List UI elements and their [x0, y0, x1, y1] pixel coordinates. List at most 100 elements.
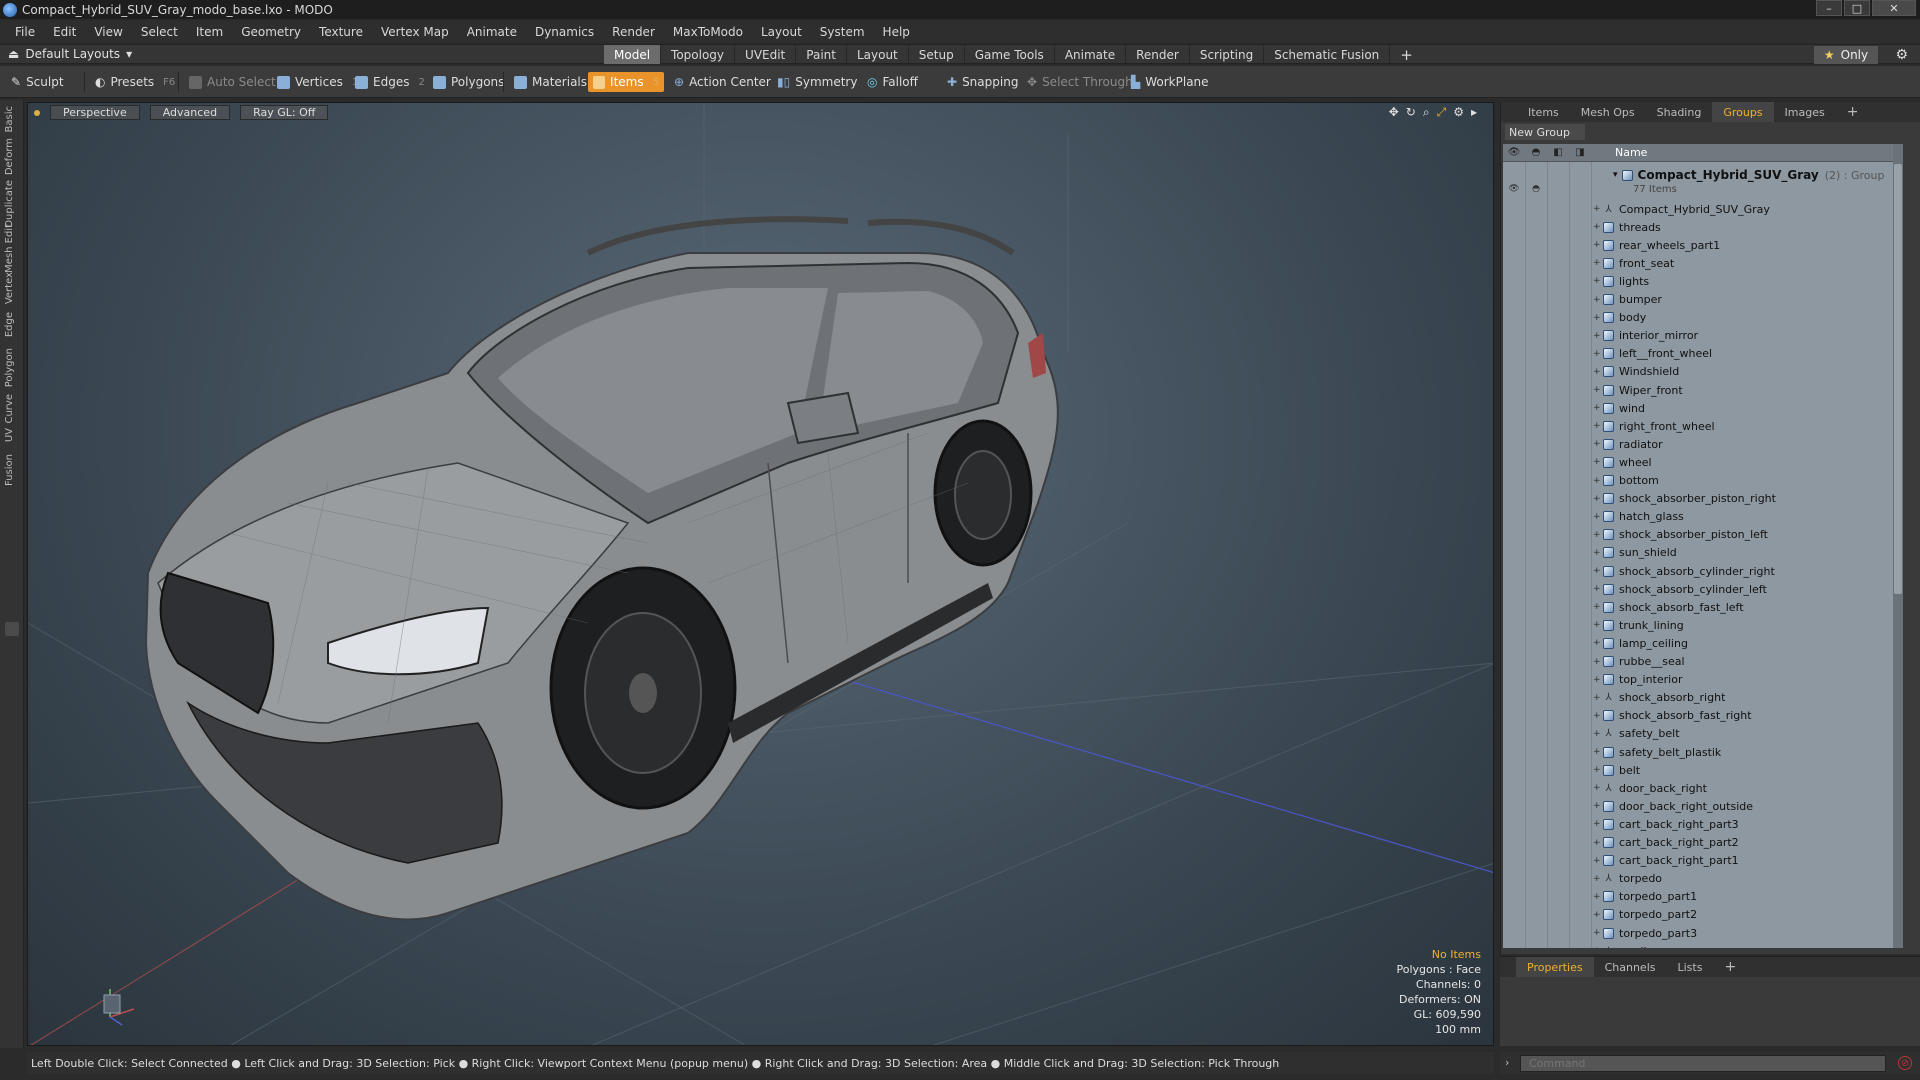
- list-item[interactable]: + left__front_wheel: [1593, 345, 1903, 363]
- minimize-button[interactable]: –: [1816, 0, 1842, 16]
- list-item[interactable]: + ⅄ torpedo: [1593, 870, 1903, 888]
- list-item[interactable]: + bumper: [1593, 291, 1903, 309]
- panel-tab-items[interactable]: Items: [1517, 102, 1570, 122]
- expand-item-icon[interactable]: +: [1593, 204, 1603, 214]
- viewport-more-icon[interactable]: ▸: [1471, 105, 1477, 120]
- viewport-menu-dot[interactable]: [34, 109, 40, 116]
- fit-icon[interactable]: ⤢: [1437, 105, 1447, 120]
- properties-tab-properties[interactable]: Properties: [1516, 957, 1594, 977]
- layout-selector[interactable]: ⏏ Default Layouts ▾: [8, 47, 132, 61]
- menu-vertex-map[interactable]: Vertex Map: [372, 25, 458, 39]
- list-item[interactable]: + front_seat: [1593, 254, 1903, 272]
- expand-item-icon[interactable]: +: [1593, 385, 1603, 395]
- render-column-icon[interactable]: ◓: [1525, 144, 1547, 162]
- list-item[interactable]: + right_front_wheel: [1593, 417, 1903, 435]
- menu-item[interactable]: Item: [187, 25, 232, 39]
- snapping-button[interactable]: ✚ Snapping: [942, 72, 1023, 92]
- expand-item-icon[interactable]: +: [1593, 693, 1603, 703]
- menu-texture[interactable]: Texture: [310, 25, 372, 39]
- add-panel-tab-button[interactable]: +: [1836, 102, 1870, 122]
- expand-item-icon[interactable]: +: [1593, 910, 1603, 920]
- layout-tab-schematic-fusion[interactable]: Schematic Fusion: [1264, 45, 1391, 64]
- list-scroll-thumb[interactable]: [1894, 164, 1902, 594]
- list-item[interactable]: + rubbe__seal: [1593, 653, 1903, 671]
- expand-item-icon[interactable]: +: [1593, 783, 1603, 793]
- list-item[interactable]: + rear_wheels_part1: [1593, 236, 1903, 254]
- expand-item-icon[interactable]: +: [1593, 258, 1603, 268]
- menu-file[interactable]: File: [6, 25, 44, 39]
- maximize-button[interactable]: □: [1844, 0, 1870, 16]
- list-item[interactable]: + shock_absorber_piston_left: [1593, 526, 1903, 544]
- workplane-button[interactable]: ▙ WorkPlane: [1126, 72, 1214, 92]
- menu-select[interactable]: Select: [132, 25, 187, 39]
- perspective-button[interactable]: Perspective: [50, 105, 140, 120]
- tool-tab-edge[interactable]: Edge: [4, 312, 20, 337]
- presets-button[interactable]: ◐ Presets F6: [90, 72, 180, 92]
- list-item[interactable]: + Windshield: [1593, 363, 1903, 381]
- expand-item-icon[interactable]: +: [1593, 222, 1603, 232]
- list-item[interactable]: + shock_absorb_cylinder_left: [1593, 580, 1903, 598]
- list-scrollbar[interactable]: [1893, 144, 1903, 948]
- expand-item-icon[interactable]: +: [1593, 620, 1603, 630]
- falloff-button[interactable]: ◎ Falloff: [862, 72, 923, 92]
- list-item[interactable]: + cart_back_right_part2: [1593, 834, 1903, 852]
- list-item[interactable]: + safety_belt_plastik: [1593, 743, 1903, 761]
- list-item[interactable]: + trunk_lining: [1593, 616, 1903, 634]
- expand-item-icon[interactable]: +: [1593, 747, 1603, 757]
- list-item[interactable]: + belt: [1593, 761, 1903, 779]
- menu-geometry[interactable]: Geometry: [232, 25, 310, 39]
- list-item[interactable]: + lights: [1593, 272, 1903, 290]
- panel-tab-mesh-ops[interactable]: Mesh Ops: [1570, 102, 1646, 122]
- expand-item-icon[interactable]: +: [1593, 638, 1603, 648]
- expand-item-icon[interactable]: +: [1593, 801, 1603, 811]
- menu-help[interactable]: Help: [874, 25, 919, 39]
- group-row[interactable]: ▾ Compact_Hybrid_SUV_Gray (2) : Group: [1613, 168, 1884, 182]
- expand-item-icon[interactable]: +: [1593, 711, 1603, 721]
- list-item[interactable]: + ⅄ door_back_right: [1593, 779, 1903, 797]
- list-item[interactable]: + ⅄ Compact_Hybrid_SUV_Gray: [1593, 200, 1903, 218]
- expand-item-icon[interactable]: +: [1593, 892, 1603, 902]
- expand-item-icon[interactable]: +: [1593, 856, 1603, 866]
- command-clear-icon[interactable]: ⊘: [1898, 1056, 1912, 1070]
- tool-tab-curve[interactable]: Curve: [4, 394, 20, 424]
- expand-item-icon[interactable]: +: [1593, 874, 1603, 884]
- menu-maxtomodo[interactable]: MaxToModo: [664, 25, 752, 39]
- tool-tab-basic[interactable]: Basic: [4, 106, 20, 132]
- list-item[interactable]: + torpedo_part2: [1593, 906, 1903, 924]
- list-item[interactable]: + hatch_glass: [1593, 508, 1903, 526]
- visibility-column-icon[interactable]: 👁: [1503, 144, 1525, 162]
- expand-item-icon[interactable]: +: [1593, 295, 1603, 305]
- auto-select-button[interactable]: Auto Select: [184, 72, 281, 92]
- expand-item-icon[interactable]: +: [1593, 476, 1603, 486]
- select-column-icon[interactable]: ◨: [1569, 144, 1591, 162]
- tool-tab-vertex[interactable]: Vertex: [4, 272, 20, 304]
- command-input[interactable]: [1520, 1055, 1886, 1072]
- list-item[interactable]: + radiator: [1593, 435, 1903, 453]
- list-item[interactable]: + cart_back_right_part1: [1593, 852, 1903, 870]
- tool-tab-uv[interactable]: UV: [4, 428, 20, 442]
- expand-item-icon[interactable]: +: [1593, 421, 1603, 431]
- expand-item-icon[interactable]: +: [1593, 349, 1603, 359]
- list-item[interactable]: + ⅄ shock_absorb_right: [1593, 689, 1903, 707]
- expand-item-icon[interactable]: +: [1593, 403, 1603, 413]
- list-item[interactable]: + door_back_right_outside: [1593, 797, 1903, 815]
- edges-button[interactable]: Edges 2: [350, 72, 430, 92]
- layout-tab-topology[interactable]: Topology: [661, 45, 736, 64]
- tool-tab-polygon[interactable]: Polygon: [4, 348, 20, 387]
- list-item[interactable]: + top_interior: [1593, 671, 1903, 689]
- expand-item-icon[interactable]: +: [1593, 240, 1603, 250]
- menu-edit[interactable]: Edit: [44, 25, 85, 39]
- viewport-settings-icon[interactable]: ⚙: [1453, 105, 1464, 120]
- layout-tab-game-tools[interactable]: Game Tools: [965, 45, 1055, 64]
- tool-tab-deform[interactable]: Deform: [4, 138, 20, 175]
- expand-icon[interactable]: ▾: [1613, 170, 1618, 180]
- expand-item-icon[interactable]: +: [1593, 276, 1603, 286]
- expand-item-icon[interactable]: +: [1593, 584, 1603, 594]
- expand-item-icon[interactable]: +: [1593, 946, 1603, 948]
- polygons-button[interactable]: Polygons: [428, 72, 509, 92]
- properties-tab-lists[interactable]: Lists: [1667, 957, 1714, 977]
- expand-item-icon[interactable]: +: [1593, 313, 1603, 323]
- list-item[interactable]: + body: [1593, 309, 1903, 327]
- ray-gl-button[interactable]: Ray GL: Off: [240, 105, 329, 120]
- select-through-button[interactable]: ✥ Select Through: [1022, 72, 1138, 92]
